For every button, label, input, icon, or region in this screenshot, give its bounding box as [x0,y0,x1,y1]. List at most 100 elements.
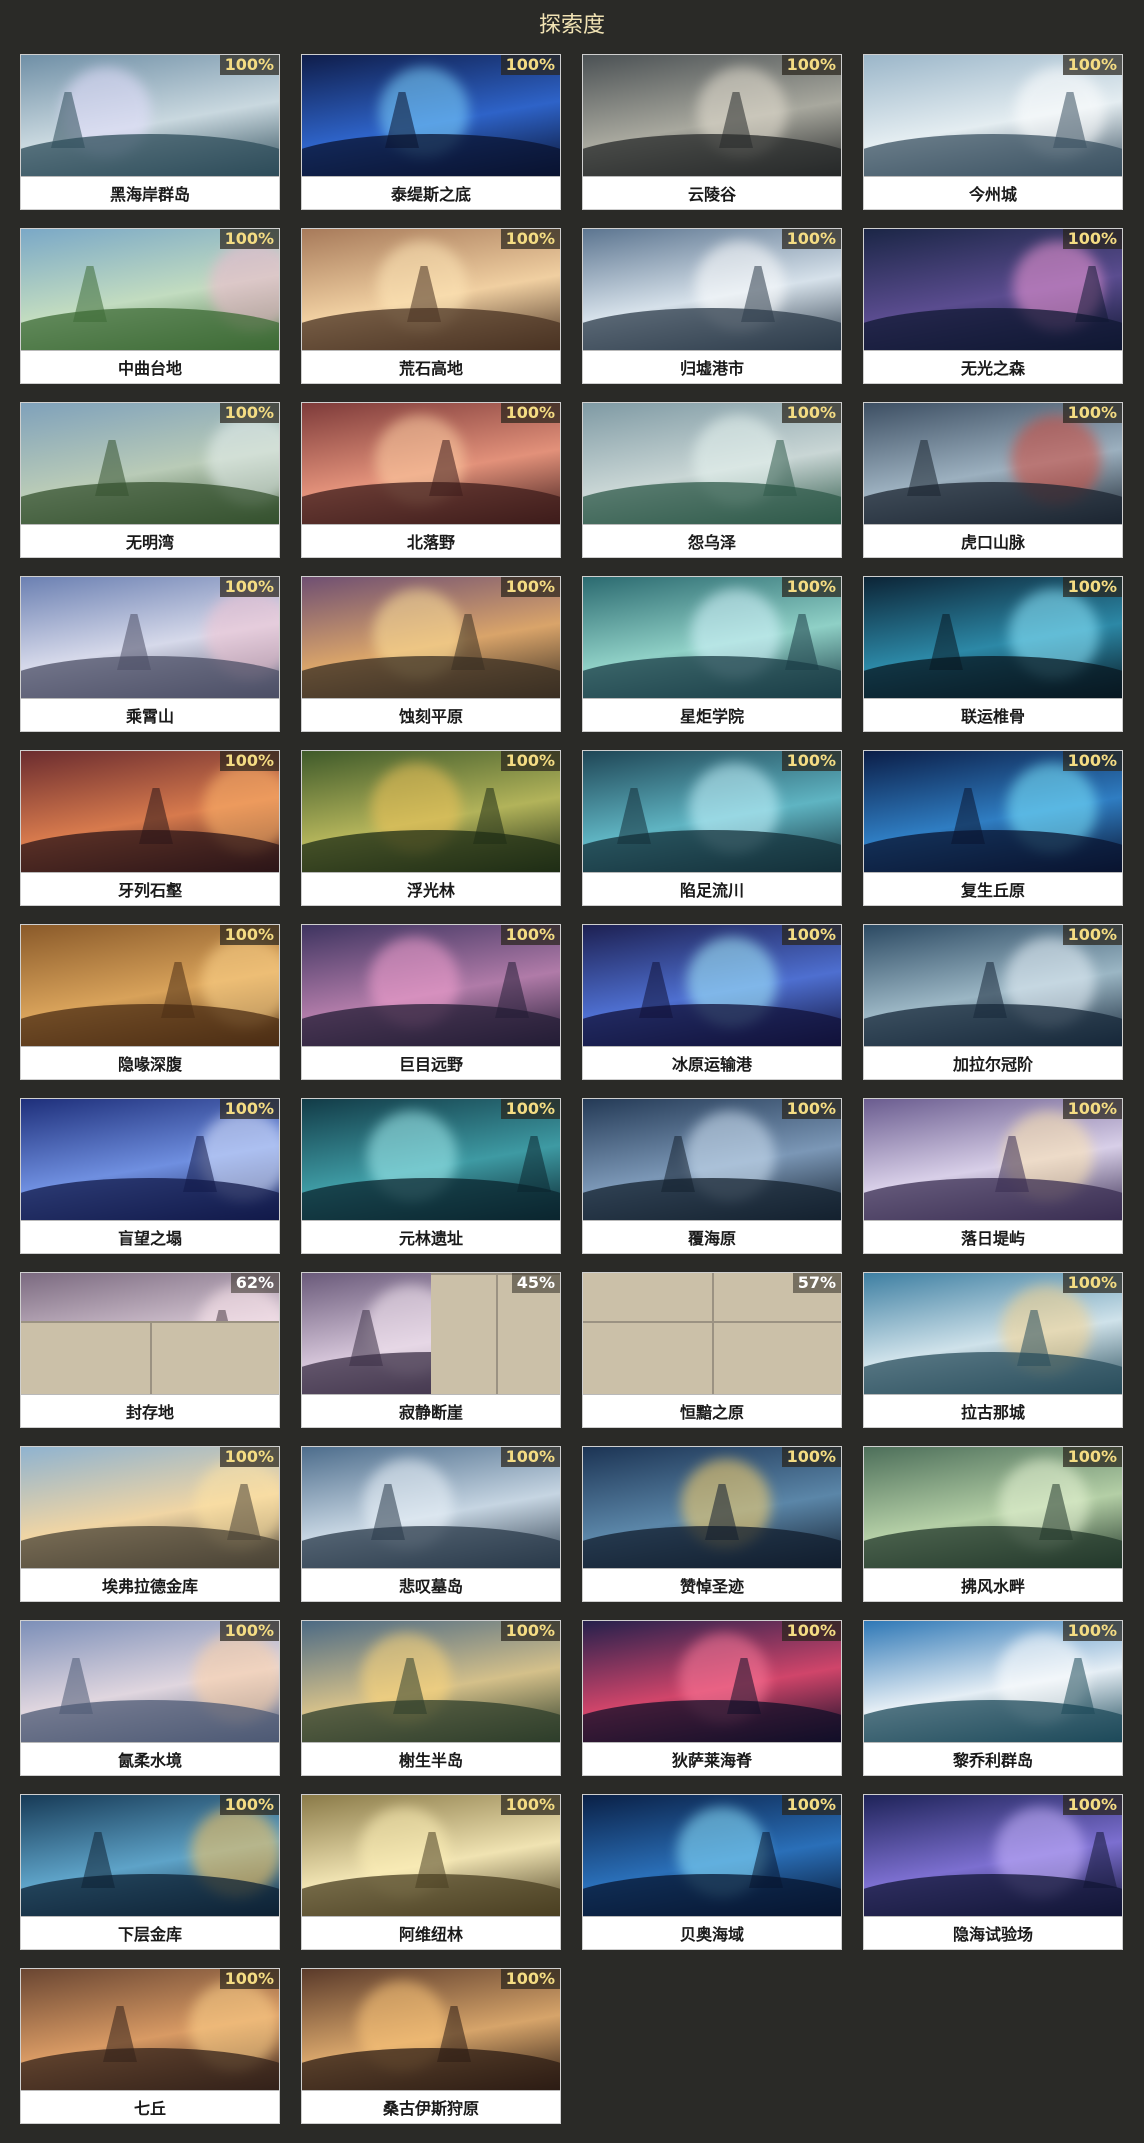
region-name: 加拉尔冠阶 [952,1055,1033,1074]
region-card[interactable]: 100% 七丘 [20,1968,280,2124]
region-thumbnail: 100% [21,1099,279,1221]
region-name: 牙列石壑 [117,881,182,900]
region-name: 拉古那城 [960,1403,1025,1422]
region-card[interactable]: 100% 落日堤屿 [863,1098,1123,1254]
exploration-progress-badge: 100% [500,403,560,423]
region-name: 联运椎骨 [960,707,1025,726]
region-card[interactable]: 100% 隐海试验场 [863,1794,1123,1950]
region-card[interactable]: 100% 盲望之塌 [20,1098,280,1254]
exploration-progress-badge: 100% [1062,1621,1122,1641]
region-card[interactable]: 100% 无明湾 [20,402,280,558]
region-card[interactable]: 100% 归墟港市 [582,228,842,384]
region-card[interactable]: 100% 浮光林 [301,750,561,906]
region-name: 贝奥海域 [679,1925,744,1944]
region-card[interactable]: 100% 联运椎骨 [863,576,1123,732]
region-thumbnail: 57% [583,1273,841,1395]
region-card[interactable]: 100% 加拉尔冠阶 [863,924,1123,1080]
region-grid: 100% 黑海岸群岛 100% 泰缇斯之底 100% 云陵谷 100% 今州城 100% 中曲台地… [20,54,1124,2124]
region-card[interactable]: 100% 乘霄山 [20,576,280,732]
exploration-progress-badge: 100% [781,1099,841,1119]
exploration-progress-badge: 100% [500,925,560,945]
region-card[interactable]: 45% 寂静断崖 [301,1272,561,1428]
region-name: 寂静断崖 [398,1403,463,1422]
region-card[interactable]: 100% 赞悼圣迹 [582,1446,842,1602]
region-card[interactable]: 100% 阿维纽林 [301,1794,561,1950]
region-name: 榭生半岛 [398,1751,463,1770]
region-card[interactable]: 57% 恒黯之原 [582,1272,842,1428]
region-card[interactable]: 100% 无光之森 [863,228,1123,384]
region-card[interactable]: 100% 拂风水畔 [863,1446,1123,1602]
region-card[interactable]: 100% 中曲台地 [20,228,280,384]
region-thumbnail: 100% [21,1447,279,1569]
region-card[interactable]: 100% 榭生半岛 [301,1620,561,1776]
region-name: 复生丘原 [960,881,1025,900]
region-card[interactable]: 100% 巨目远野 [301,924,561,1080]
exploration-progress-badge: 100% [219,577,279,597]
exploration-progress-badge: 100% [219,751,279,771]
region-thumbnail: 100% [864,55,1122,177]
region-card[interactable]: 100% 覆海原 [582,1098,842,1254]
region-card[interactable]: 62% 封存地 [20,1272,280,1428]
region-card[interactable]: 100% 云陵谷 [582,54,842,210]
region-card[interactable]: 100% 星炬学院 [582,576,842,732]
region-card[interactable]: 100% 黑海岸群岛 [20,54,280,210]
region-card[interactable]: 100% 荒石高地 [301,228,561,384]
region-card[interactable]: 100% 元林遗址 [301,1098,561,1254]
region-name: 狄萨莱海脊 [671,1751,752,1770]
exploration-progress-badge: 100% [1062,577,1122,597]
region-name: 归墟港市 [679,359,744,378]
region-thumbnail: 100% [583,577,841,699]
region-thumbnail: 100% [21,577,279,699]
region-thumbnail: 100% [302,1621,560,1743]
region-card[interactable]: 100% 泰缇斯之底 [301,54,561,210]
exploration-progress-badge: 100% [781,1795,841,1815]
region-thumbnail: 100% [21,229,279,351]
region-card[interactable]: 100% 黎乔利群岛 [863,1620,1123,1776]
region-name: 埃弗拉德金库 [101,1577,198,1596]
exploration-progress-badge: 100% [781,1621,841,1641]
region-name: 七丘 [133,2099,166,2118]
region-card[interactable]: 100% 狄萨莱海脊 [582,1620,842,1776]
region-thumbnail: 100% [21,751,279,873]
region-card[interactable]: 100% 北落野 [301,402,561,558]
exploration-progress-badge: 100% [781,577,841,597]
region-card[interactable]: 100% 氤柔水境 [20,1620,280,1776]
region-name: 蚀刻平原 [398,707,463,726]
region-card[interactable]: 100% 复生丘原 [863,750,1123,906]
region-card[interactable]: 100% 桑古伊斯狩原 [301,1968,561,2124]
region-thumbnail: 100% [302,925,560,1047]
unexplored-map-overlay [21,1321,279,1394]
region-name: 怨乌泽 [687,533,736,552]
region-card[interactable]: 100% 虎口山脉 [863,402,1123,558]
region-card[interactable]: 100% 悲叹墓岛 [301,1446,561,1602]
region-card[interactable]: 100% 拉古那城 [863,1272,1123,1428]
region-name: 巨目远野 [398,1055,463,1074]
exploration-progress-badge: 100% [219,1795,279,1815]
region-thumbnail: 100% [21,925,279,1047]
region-card[interactable]: 100% 埃弗拉德金库 [20,1446,280,1602]
region-name: 悲叹墓岛 [398,1577,463,1596]
region-card[interactable]: 100% 牙列石壑 [20,750,280,906]
region-thumbnail: 100% [302,751,560,873]
exploration-progress-badge: 100% [219,1969,279,1989]
region-card[interactable]: 100% 隐喙深腹 [20,924,280,1080]
region-thumbnail: 100% [302,1969,560,2091]
region-name: 封存地 [125,1403,174,1422]
region-thumbnail: 100% [583,1099,841,1221]
region-card[interactable]: 100% 怨乌泽 [582,402,842,558]
region-thumbnail: 100% [864,403,1122,525]
region-name: 隐海试验场 [952,1925,1033,1944]
region-thumbnail: 100% [21,403,279,525]
region-card[interactable]: 100% 贝奥海域 [582,1794,842,1950]
region-card[interactable]: 100% 今州城 [863,54,1123,210]
region-card[interactable]: 100% 下层金库 [20,1794,280,1950]
exploration-progress-badge: 100% [219,55,279,75]
region-thumbnail: 100% [864,577,1122,699]
region-name: 下层金库 [117,1925,182,1944]
region-name: 浮光林 [406,881,455,900]
region-card[interactable]: 100% 蚀刻平原 [301,576,561,732]
region-name: 冰原运输港 [671,1055,752,1074]
region-card[interactable]: 100% 冰原运输港 [582,924,842,1080]
region-card[interactable]: 100% 陷足流川 [582,750,842,906]
region-thumbnail: 100% [21,1795,279,1917]
